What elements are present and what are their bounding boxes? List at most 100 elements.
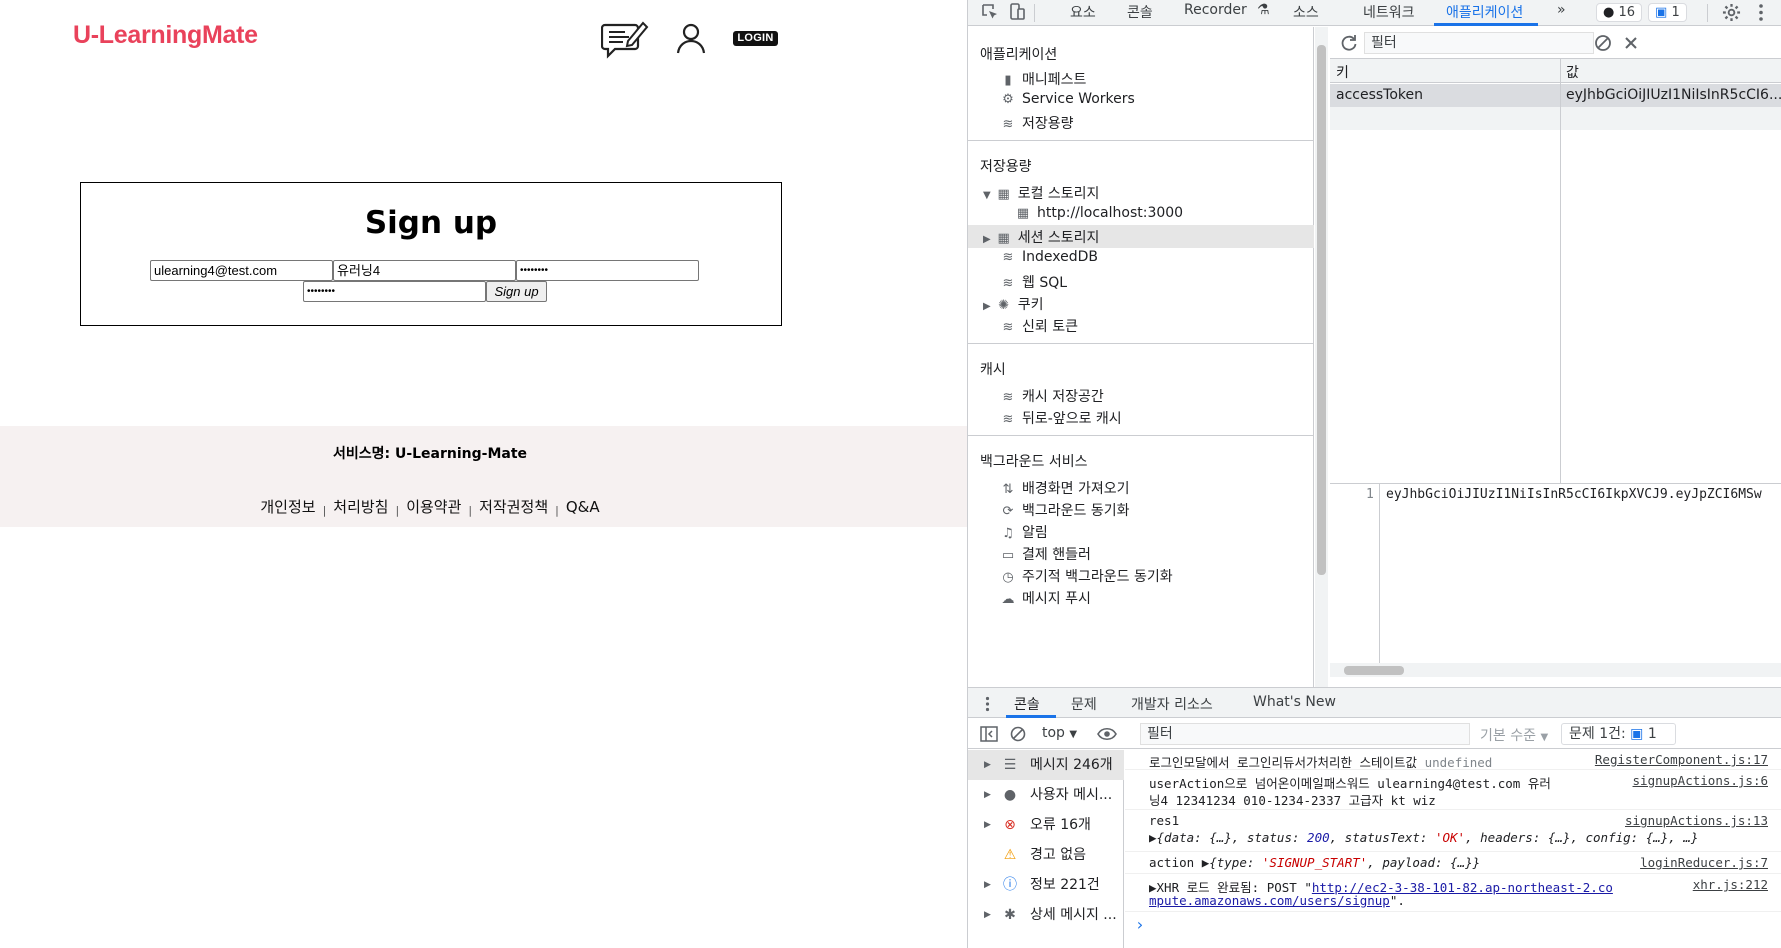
section-divider	[968, 435, 1314, 436]
signup-button[interactable]: Sign up	[486, 281, 547, 302]
tab-sources[interactable]: 소스	[1293, 2, 1319, 22]
sidebar-item-localhost[interactable]: ▦ http://localhost:3000	[1014, 205, 1183, 221]
site-logo[interactable]: U-LearningMate	[73, 21, 258, 50]
console-filter-messages[interactable]: ▶ ☰ 메시지 246개	[968, 750, 1124, 780]
write-post-icon[interactable]	[601, 17, 649, 59]
object-preview[interactable]: ▶{type: 'SIGNUP_START', payload: {…}}	[1202, 855, 1480, 870]
error-count-badge[interactable]: ● 16	[1596, 3, 1643, 22]
live-expression-eye-icon[interactable]	[1097, 727, 1117, 741]
line-number: 1	[1366, 487, 1374, 502]
console-drawer: 콘솔 문제 개발자 리소스 What's New top ▼ 필터 기본 수준 …	[968, 687, 1781, 948]
dropdown-arrow-icon: ▼	[1069, 729, 1078, 740]
user-icon: ●	[1003, 787, 1017, 803]
settings-gear-icon[interactable]	[1722, 3, 1741, 22]
sidebar-item-payment-handler[interactable]: ▭ 결제 핸들러	[999, 544, 1091, 564]
request-url-cont[interactable]: mpute.amazonaws.com/users/signup	[1149, 893, 1390, 908]
column-header-key[interactable]: 키	[1336, 62, 1349, 82]
object-preview[interactable]: ▶{data: {…}, status: 200, statusText: 'O…	[1149, 830, 1698, 845]
sidebar-item-cache-storage[interactable]: ≋ 캐시 저장공간	[999, 386, 1104, 406]
database-icon: ≋	[1002, 250, 1014, 265]
sidebar-item-background-fetch[interactable]: ⇅ 배경화면 가져오기	[999, 478, 1130, 498]
source-link[interactable]: xhr.js:212	[1693, 877, 1768, 892]
source-link[interactable]: signupActions.js:6	[1633, 773, 1768, 788]
drawer-tab-console[interactable]: 콘솔	[1014, 694, 1040, 714]
sidebar-item-background-sync[interactable]: ⟳ 백그라운드 동기화	[999, 500, 1130, 520]
source-link[interactable]: RegisterComponent.js:17	[1595, 752, 1768, 767]
sidebar-item-indexeddb[interactable]: ≋ IndexedDB	[999, 249, 1098, 265]
message-count-badge[interactable]: ▣ 1	[1648, 3, 1687, 22]
sidebar-item-cookies[interactable]: ▶ ✺ 쿠키	[983, 294, 1043, 314]
source-link[interactable]: loginReducer.js:7	[1640, 855, 1768, 870]
footer-link-terms[interactable]: 이용약관	[406, 498, 461, 516]
sidebar-scroll-thumb[interactable]	[1317, 45, 1326, 575]
sidebar-item-bfcache[interactable]: ≋ 뒤로-앞으로 캐시	[999, 408, 1122, 428]
console-messages: 로그인모달에서 로그인리듀서가처리한 스테이트값 undefined Regis…	[1125, 750, 1781, 948]
log-level-dropdown[interactable]: 기본 수준 ▼	[1480, 725, 1548, 745]
console-filter-user-messages[interactable]: ▶ ● 사용자 메시...	[968, 780, 1124, 810]
database-icon: ≋	[1002, 320, 1014, 335]
footer-link-privacy[interactable]: 개인정보	[260, 498, 315, 516]
sidebar-toggle-icon[interactable]	[980, 726, 998, 742]
drawer-menu-icon[interactable]	[985, 696, 990, 712]
name-input[interactable]: 유러닝4	[333, 260, 516, 281]
footer-link-policy[interactable]: 처리방침	[333, 498, 388, 516]
console-message[interactable]: res1 signupActions.js:13 ▶{data: {…}, st…	[1125, 810, 1781, 852]
console-filter-verbose[interactable]: ▶ ✱ 상세 메시지 ...	[968, 900, 1124, 930]
inspect-element-icon[interactable]	[981, 3, 999, 21]
devtools-panel: 요소 콘솔 Recorder ⚗ 소스 네트워크 애플리케이션 » ● 16 ▣…	[967, 0, 1781, 948]
object-status-text: 'OK'	[1434, 830, 1466, 845]
login-button[interactable]: LOGIN	[733, 31, 778, 46]
sidebar-item-notifications[interactable]: ♫ 알림	[999, 522, 1048, 542]
sidebar-item-web-sql[interactable]: ≋ 웹 SQL	[999, 272, 1068, 292]
sidebar-item-service-workers[interactable]: ⚙ Service Workers	[999, 91, 1135, 107]
sidebar-item-session-storage[interactable]: ▶ ▦ 세션 스토리지	[983, 227, 1099, 247]
console-prompt[interactable]: ›	[1135, 915, 1145, 934]
tab-elements[interactable]: 요소	[1070, 2, 1096, 22]
console-message[interactable]: ▶XHR 로드 완료됨: POST "http://ec2-3-38-101-8…	[1125, 874, 1781, 912]
preview-hscrollbar[interactable]	[1330, 663, 1781, 677]
tab-recorder[interactable]: Recorder	[1184, 2, 1247, 18]
password-input[interactable]: ••••••••	[516, 260, 699, 281]
password-confirm-input[interactable]: ••••••••	[303, 281, 486, 302]
console-filter-warnings[interactable]: ⚠ 경고 없음	[968, 840, 1124, 870]
footer-link-copyright[interactable]: 저작권정책	[479, 498, 548, 516]
storage-filter-input[interactable]: 필터	[1364, 32, 1594, 54]
sidebar-item-manifest[interactable]: ▮ 매니페스트	[999, 69, 1086, 89]
console-filter-errors[interactable]: ▶ ⊗ 오류 16개	[968, 810, 1124, 840]
console-message[interactable]: userAction으로 넘어온이메일패스워드 ulearning4@test.…	[1125, 770, 1781, 810]
more-tabs-button[interactable]: »	[1557, 2, 1566, 18]
refresh-icon[interactable]	[1340, 34, 1358, 52]
device-toolbar-icon[interactable]	[1008, 3, 1026, 21]
tab-console[interactable]: 콘솔	[1127, 2, 1153, 22]
kebab-menu-icon[interactable]	[1758, 3, 1764, 22]
website-pane: U-LearningMate LOGIN Sign up ulearning4@…	[0, 0, 967, 948]
sidebar-item-periodic-sync[interactable]: ◷ 주기적 백그라운드 동기화	[999, 566, 1172, 586]
table-row[interactable]: accessToken eyJhbGciOiJIUzI1NiIsInR5cCI6…	[1330, 84, 1781, 107]
clear-all-icon[interactable]	[1594, 34, 1612, 52]
footer-link-qna[interactable]: Q&A	[566, 498, 600, 516]
application-sidebar: 애플리케이션 ▮ 매니페스트 ⚙ Service Workers ≋ 저장용량 저장용…	[968, 27, 1314, 687]
source-link[interactable]: signupActions.js:13	[1625, 813, 1768, 828]
drawer-tab-issues[interactable]: 문제	[1071, 694, 1097, 714]
console-message[interactable]: 로그인모달에서 로그인리듀서가처리한 스테이트값 undefined Regis…	[1125, 750, 1781, 770]
sidebar-item-label: Service Workers	[1022, 91, 1135, 107]
console-filter-info[interactable]: ▶ ⓘ 정보 221건	[968, 870, 1124, 900]
sidebar-item-push-messaging[interactable]: ☁ 메시지 푸시	[999, 588, 1091, 608]
delete-selected-icon[interactable]	[1622, 34, 1640, 52]
drawer-tab-dev-resources[interactable]: 개발자 리소스	[1131, 694, 1213, 714]
issues-button[interactable]: 문제 1건: ▣ 1	[1561, 723, 1676, 745]
console-message[interactable]: action ▶{type: 'SIGNUP_START', payload: …	[1125, 852, 1781, 874]
console-filter-input[interactable]: 필터	[1140, 723, 1470, 745]
tab-application[interactable]: 애플리케이션	[1446, 2, 1523, 22]
clear-console-icon[interactable]	[1010, 726, 1026, 742]
preview-hscroll-thumb[interactable]	[1344, 666, 1404, 675]
context-selector[interactable]: top ▼	[1042, 725, 1077, 741]
sidebar-item-local-storage[interactable]: ▼ ▦ 로컬 스토리지	[983, 183, 1099, 203]
column-header-value[interactable]: 값	[1566, 62, 1579, 82]
sidebar-item-trust-tokens[interactable]: ≋ 신뢰 토큰	[999, 316, 1078, 336]
tab-network[interactable]: 네트워크	[1363, 2, 1415, 22]
sidebar-item-storage[interactable]: ≋ 저장용량	[999, 113, 1074, 133]
drawer-tab-whats-new[interactable]: What's New	[1253, 694, 1336, 710]
email-input[interactable]: ulearning4@test.com	[150, 260, 333, 281]
user-profile-icon[interactable]	[675, 22, 707, 54]
